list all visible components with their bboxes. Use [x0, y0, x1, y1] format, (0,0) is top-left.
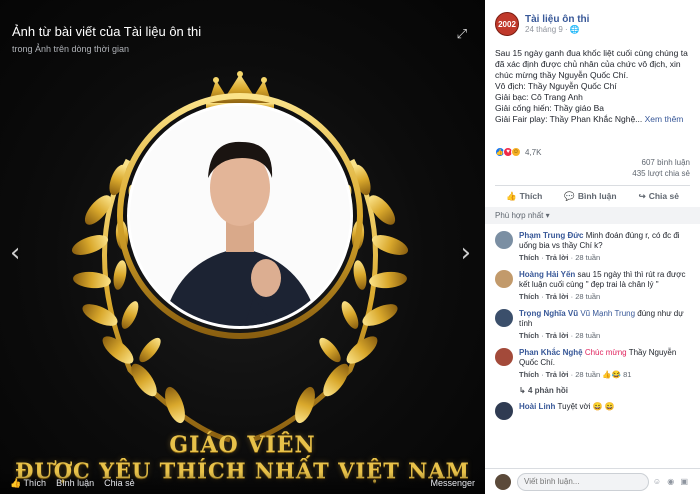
reactions-summary[interactable]: 👍 ♥ ☺ 4,7K — [485, 125, 700, 157]
post-text-line: Sau 15 ngày ganh đua khốc liệt cuối cùng… — [495, 48, 688, 80]
commenter-name[interactable]: Hoài Linh — [519, 402, 555, 411]
post-timestamp[interactable]: 24 tháng 9 · 🌐 — [525, 25, 589, 34]
commenter-name[interactable]: Phan Khắc Nghệ — [519, 348, 583, 357]
post-header-text: Tài liệu ôn thi 24 tháng 9 · 🌐 — [525, 14, 589, 34]
fullscreen-icon[interactable]: ⤢ — [457, 26, 467, 42]
comment-body: Hoài Linh Tuyệt vời 😄 😄 — [519, 402, 615, 420]
reaction-count: 4,7K — [525, 147, 542, 157]
post-text-line: Giải Fair play: Thầy Phan Khắc Nghệ... X… — [495, 114, 690, 125]
commenter-avatar[interactable] — [495, 309, 513, 327]
share-label: Chia sẻ — [648, 191, 679, 201]
comment-input[interactable] — [517, 472, 649, 491]
comment-actions: Thích · Trả lời · 28 tuần — [519, 253, 601, 262]
comment-actions: Thích · Trả lời · 28 tuần — [519, 292, 601, 301]
comment-body: Hoàng Hải Yến sau 15 ngày thì thì rút ra… — [519, 270, 690, 302]
banner-line-1: GIÁO VIÊN — [169, 432, 316, 458]
comment-highlight: Chúc mừng — [584, 348, 627, 357]
post-header: 2002 Tài liệu ôn thi 24 tháng 9 · 🌐 — [485, 0, 700, 36]
like-button[interactable]: 👍 Thích — [506, 191, 542, 202]
share-button[interactable]: ↪ Chia sẻ — [639, 191, 679, 202]
comment-like-button[interactable]: Thích — [519, 292, 539, 301]
comment-age[interactable]: 28 tuần — [575, 253, 600, 262]
comment-body: Trọng Nghĩa Vũ Vũ Mạnh Trung đúng như dự… — [519, 309, 690, 341]
page-name-link[interactable]: Tài liệu ôn thi — [525, 14, 589, 25]
comment-label: Bình luận — [577, 191, 617, 201]
comment-like-button[interactable]: Thích — [519, 370, 539, 379]
comment-sort-dropdown[interactable]: Phù hợp nhất ▾ — [485, 207, 700, 224]
photo-comment-button[interactable]: Bình luận — [56, 478, 94, 488]
thumbs-up-icon: 👍 — [506, 191, 517, 201]
commenter-name[interactable]: Phạm Trung Đức — [519, 231, 583, 240]
like-label: Thích — [519, 191, 543, 201]
viewer-title: Ảnh từ bài viết của Tài liệu ôn thi — [12, 24, 202, 39]
next-photo-chevron-icon[interactable]: › — [461, 238, 471, 268]
comment-like-button[interactable]: Thích — [519, 331, 539, 340]
comment-age[interactable]: 28 tuần — [575, 292, 600, 301]
comment-reply-button[interactable]: Trả lời — [546, 292, 569, 301]
page-avatar[interactable]: 2002 — [495, 12, 519, 36]
comments-count-link[interactable]: 607 bình luận — [495, 157, 691, 168]
photo-like-label: Thích — [23, 477, 47, 488]
replies-label: 4 phản hồi — [527, 386, 568, 395]
comment-item: Phan Khắc Nghệ Chúc mừng Thầy Nguyễn Quố… — [495, 348, 690, 380]
commenter-avatar[interactable] — [495, 402, 513, 420]
commenter-avatar[interactable] — [495, 270, 513, 288]
comment-reply-button[interactable]: Trả lời — [546, 331, 569, 340]
shares-count-link[interactable]: 435 lượt chia sẻ — [495, 168, 690, 179]
comment-reaction-icon[interactable]: 👍😂 — [602, 370, 621, 379]
photo-messenger-button[interactable]: Messenger — [430, 478, 475, 488]
photo-theater: Ảnh từ bài viết của Tài liệu ôn thi tron… — [0, 0, 700, 494]
comment-age[interactable]: 28 tuần — [575, 331, 600, 340]
comment-item: Hoàng Hải Yến sau 15 ngày thì thì rút ra… — [495, 270, 690, 302]
comment-item: Hoài Linh Tuyệt vời 😄 😄 — [495, 402, 690, 420]
post-panel: 2002 Tài liệu ôn thi 24 tháng 9 · 🌐 Sau … — [485, 0, 700, 494]
commenter-name[interactable]: Hoàng Hải Yến — [519, 270, 575, 279]
comment-like-button[interactable]: Thích — [519, 253, 539, 262]
post-text-line: Giải cống hiến: Thầy giáo Ba — [495, 103, 604, 113]
commenter-name[interactable]: Trọng Nghĩa Vũ — [519, 309, 578, 318]
commenter-avatar[interactable] — [495, 231, 513, 249]
post-text-line: Giải bạc: Cô Trang Anh — [495, 92, 583, 102]
post-action-row: 👍 Thích 💬 Bình luận ↪ Chia sẻ — [485, 186, 700, 207]
photo-share-button[interactable]: Chia sẻ — [104, 478, 135, 488]
comment-item: Trọng Nghĩa Vũ Vũ Mạnh Trung đúng như dự… — [495, 309, 690, 341]
view-replies-link[interactable]: ↳ 4 phản hồi — [495, 380, 690, 395]
comment-reply-button[interactable]: Trả lời — [546, 370, 569, 379]
comment-text: Tuyệt vời 😄 😄 — [557, 402, 615, 411]
comment-item: Phạm Trung Đức Minh đoán đúng r, có đc đ… — [495, 231, 690, 263]
tagged-user-link[interactable]: Vũ Mạnh Trung — [580, 309, 635, 318]
share-icon: ↪ — [638, 191, 646, 201]
viewer-subtitle: trong Ảnh trên dòng thời gian — [12, 44, 129, 54]
comment-body: Phạm Trung Đức Minh đoán đúng r, có đc đ… — [519, 231, 690, 263]
post-stats: 607 bình luận 435 lượt chia sẻ — [485, 157, 700, 179]
write-comment-bar: ☺ ◉ ▣ — [485, 468, 700, 494]
post-text-line: Vô địch: Thầy Nguyễn Quốc Chí — [495, 81, 617, 91]
photo-like-button[interactable]: 👍 Thích — [10, 478, 46, 489]
post-body: Sau 15 ngày ganh đua khốc liệt cuối cùng… — [485, 36, 700, 125]
comment-list: Phạm Trung Đức Minh đoán đúng r, có đc đ… — [485, 231, 700, 420]
comment-icon: 💬 — [564, 191, 575, 201]
comment-button[interactable]: 💬 Bình luận — [564, 191, 616, 202]
haha-reaction-icon: ☺ — [511, 147, 521, 157]
comment-reply-button[interactable]: Trả lời — [546, 253, 569, 262]
previous-photo-chevron-icon[interactable]: ‹ — [10, 238, 20, 268]
photo-viewer: Ảnh từ bài viết của Tài liệu ôn thi tron… — [0, 0, 485, 494]
comment-actions: Thích · Trả lời · 28 tuần — [519, 331, 601, 340]
current-user-avatar — [495, 473, 511, 490]
comment-body: Phan Khắc Nghệ Chúc mừng Thầy Nguyễn Quố… — [519, 348, 690, 380]
comment-age[interactable]: 28 tuần — [575, 370, 600, 379]
commenter-avatar[interactable] — [495, 348, 513, 366]
post-text-last: Giải Fair play: Thầy Phan Khắc Nghệ... — [495, 114, 643, 124]
see-more-link[interactable]: Xem thêm — [645, 114, 684, 124]
comment-reaction-count: 81 — [623, 370, 632, 379]
award-photo — [71, 71, 409, 443]
comment-actions: Thích · Trả lời · 28 tuần 👍😂 81 — [519, 370, 632, 379]
emoji-camera-gif-icons[interactable]: ☺ ◉ ▣ — [653, 477, 690, 486]
photo-action-bar: 👍 Thích Bình luận Chia sẻ Messenger — [0, 472, 485, 494]
